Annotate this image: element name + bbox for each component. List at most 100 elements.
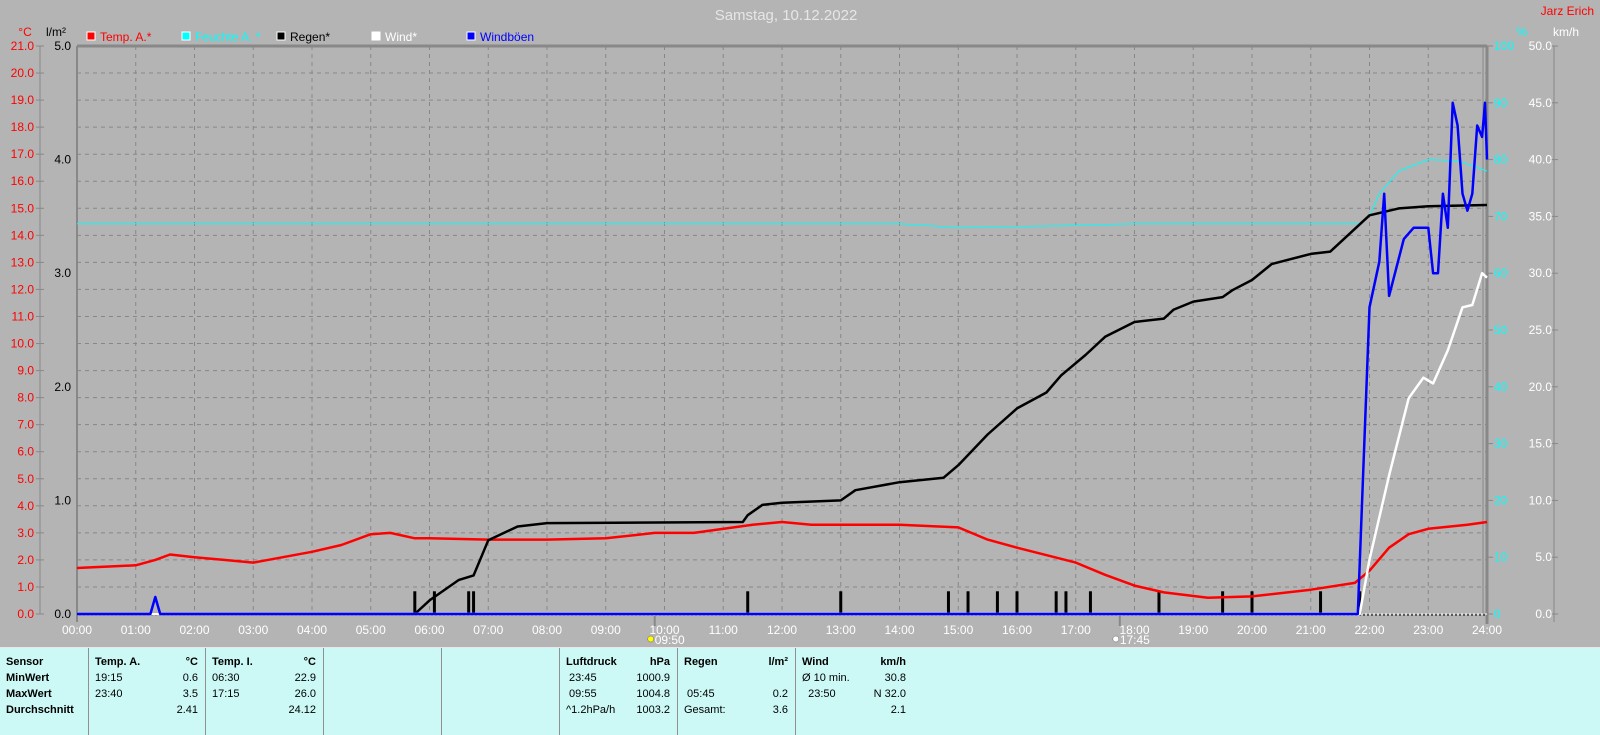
table-column: Temp. A. °C 19:15 0.6 23:40 3.5 2.41 [88, 648, 206, 735]
table-column [441, 648, 560, 735]
rain-bar [472, 591, 476, 614]
table-row: 2.41 [89, 704, 206, 720]
x-tick-label: 11:00 [709, 623, 738, 637]
table-row: 2.1 [796, 704, 914, 720]
x-tick-label: 04:00 [297, 623, 327, 637]
x-tick-label: 12:00 [767, 623, 797, 637]
table-row [678, 672, 796, 688]
table-label: ^1.2hPa/h [566, 704, 616, 716]
x-tick-label: 24:00 [1472, 623, 1502, 637]
legend-label-1: Feuchte A. * [195, 30, 261, 44]
temp-tick-label: 7.0 [17, 418, 34, 432]
table-value: °C [185, 656, 198, 668]
rain-bar [1319, 591, 1323, 614]
table-value: 3.6 [772, 704, 788, 716]
table-label: Temp. I. [212, 656, 253, 668]
wind-tick-label: 45.0 [1529, 96, 1553, 110]
rain-tick-label: 4.0 [54, 153, 71, 167]
humidity-tick-label: 10 [1494, 550, 1508, 564]
rain-tick-label: 0.0 [54, 607, 71, 621]
temp-tick-label: 12.0 [11, 282, 35, 296]
table-label: Luftdruck [566, 656, 617, 668]
table-row: Gesamt: 3.6 [678, 704, 796, 720]
table-row: 17:15 26.0 [206, 688, 324, 704]
rain-tick-label: 1.0 [54, 493, 71, 507]
temp-tick-label: 6.0 [17, 445, 34, 459]
table-value: 0.2 [772, 688, 788, 700]
wind-axis-unit: km/h [1553, 25, 1579, 39]
table-label: Wind [802, 656, 829, 668]
table-row: 19:15 0.6 [89, 672, 206, 688]
rain-tick-label: 2.0 [54, 380, 71, 394]
wind-tick-label: 5.0 [1535, 550, 1552, 564]
temp-tick-label: 17.0 [11, 147, 35, 161]
table-row: MaxWert [0, 688, 88, 704]
table-label: Sensor [6, 656, 44, 668]
rain-bar [1064, 591, 1068, 614]
x-tick-label: 06:00 [414, 623, 444, 637]
table-row: MinWert [0, 672, 88, 688]
table-value: N 32.0 [873, 688, 906, 700]
rain-bars [413, 591, 1362, 614]
axes: 00:00 01:00 02:00 03:00 04:00 05:00 06:00 07:00… [11, 39, 1558, 637]
humidity-tick-label: 30 [1494, 437, 1508, 451]
rain-bar [946, 591, 950, 614]
humidity-tick-label: 60 [1494, 266, 1508, 280]
table-value: 1003.2 [636, 704, 670, 716]
x-tick-label: 17:00 [1061, 623, 1091, 637]
table-value: 2.1 [890, 704, 906, 716]
wind-tick-label: 40.0 [1529, 153, 1553, 167]
table-label: 19:15 [95, 672, 123, 684]
table-value: 24.12 [288, 704, 316, 716]
table-value: 22.9 [294, 672, 316, 684]
humidity-axis-unit: % [1517, 25, 1528, 39]
table-label: MinWert [6, 672, 50, 684]
wind-tick-label: 30.0 [1529, 266, 1553, 280]
statistics-table: Sensor MinWert MaxWert Durchschnitt Temp. A.… [0, 647, 1600, 735]
table-label: 05:45 [684, 688, 715, 700]
x-tick-label: 05:00 [356, 623, 386, 637]
rain-bar [966, 591, 970, 614]
humidity-tick-label: 20 [1494, 493, 1508, 507]
table-value: 2.41 [176, 704, 198, 716]
rain-bar [995, 591, 999, 614]
table-value: °C [303, 656, 316, 668]
rain-bar [1157, 591, 1161, 614]
x-tick-label: 13:00 [826, 623, 856, 637]
temp-tick-label: 2.0 [17, 553, 34, 567]
table-label: Regen [684, 656, 718, 668]
marker-label: 09:50 [655, 633, 685, 646]
table-row: 05:45 0.2 [678, 688, 796, 704]
x-tick-label: 09:00 [591, 623, 621, 637]
rain-bar [1088, 591, 1092, 614]
temp-tick-label: 14.0 [11, 228, 35, 242]
x-tick-label: 03:00 [238, 623, 268, 637]
table-row: Sensor [0, 656, 88, 672]
author-label: Jarz Erich [1541, 4, 1594, 18]
legend-swatch-1 [181, 31, 191, 41]
temp-tick-label: 19.0 [11, 93, 35, 107]
table-column: Sensor MinWert MaxWert Durchschnitt [0, 648, 88, 735]
x-tick-label: 00:00 [62, 623, 92, 637]
table-label: Temp. A. [95, 656, 141, 668]
temp-tick-label: 3.0 [17, 526, 34, 540]
sunset-icon [1112, 635, 1120, 643]
rain-bar [746, 591, 750, 614]
table-label: 23:40 [95, 688, 123, 700]
wind-tick-label: 25.0 [1529, 323, 1553, 337]
table-row: ^1.2hPa/h 1003.2 [560, 704, 678, 720]
table-column: Temp. I. °C 06:30 22.9 17:15 26.0 24.12 [205, 648, 324, 735]
table-row: 23:50 N 32.0 [796, 688, 914, 704]
wind-tick-label: 50.0 [1529, 39, 1553, 53]
table-row: 06:30 22.9 [206, 672, 324, 688]
table-row: 24.12 [206, 704, 324, 720]
grid [77, 46, 1487, 614]
table-row: Durchschnitt [0, 704, 88, 720]
table-label: MaxWert [6, 688, 52, 700]
series-line-wind [77, 271, 1488, 616]
legend-label-0: Temp. A.* [100, 30, 152, 44]
temp-tick-label: 5.0 [17, 472, 34, 486]
temp-tick-label: 9.0 [17, 364, 34, 378]
wind-tick-label: 35.0 [1529, 209, 1553, 223]
temp-tick-label: 18.0 [11, 120, 35, 134]
